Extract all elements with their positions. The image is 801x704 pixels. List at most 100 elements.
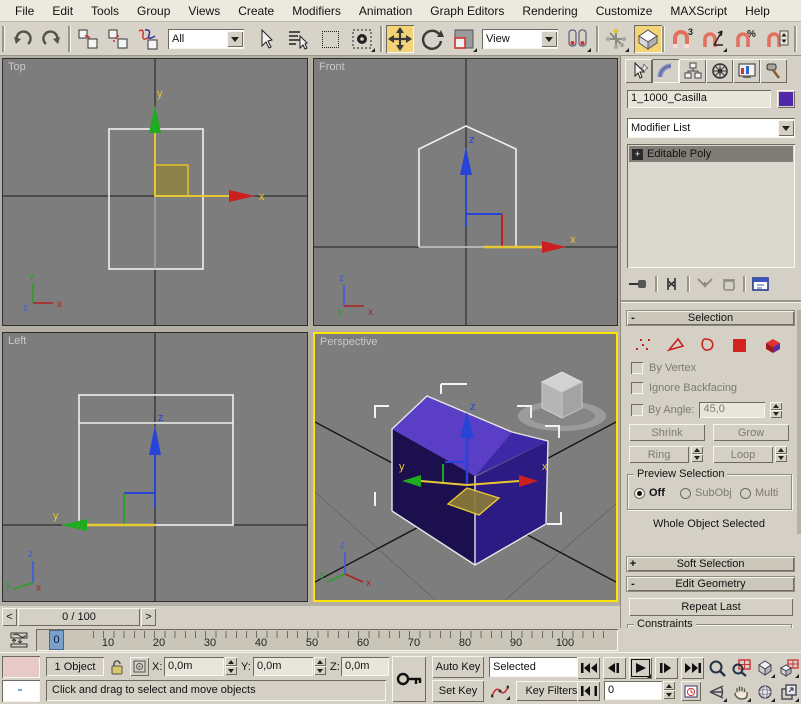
tab-modify[interactable] [652, 59, 679, 83]
current-frame-spinner[interactable] [663, 681, 675, 699]
tab-motion[interactable] [706, 59, 733, 83]
time-display-button[interactable]: 0 / 100 [18, 608, 140, 626]
select-and-manipulate-icon[interactable] [602, 25, 630, 53]
menu-maxscript[interactable]: MAXScript [661, 1, 736, 21]
preview-off-radio[interactable]: Off [634, 487, 665, 499]
use-pivot-point-center-icon[interactable] [564, 25, 592, 53]
object-color-swatch[interactable] [777, 90, 795, 108]
spinner-snap-toggle-icon[interactable] [764, 25, 792, 53]
pin-stack-icon[interactable] [627, 276, 649, 292]
select-and-move-icon[interactable] [386, 25, 414, 53]
modifier-stack[interactable]: + Editable Poly [627, 144, 795, 268]
undo-icon[interactable] [8, 25, 36, 53]
menu-graph-editors[interactable]: Graph Editors [421, 1, 513, 21]
gizmo-x-arrow[interactable] [229, 190, 255, 202]
gizmo-y-arrow[interactable] [61, 519, 87, 531]
snaps-toggle-3d-icon[interactable]: 3 [668, 25, 696, 53]
border-mode-icon[interactable] [698, 336, 718, 354]
menu-views[interactable]: Views [179, 1, 229, 21]
vertex-mode-icon[interactable] [633, 336, 653, 354]
rollout-edit-geometry-header[interactable]: - Edit Geometry [626, 576, 795, 592]
menu-tools[interactable]: Tools [82, 1, 128, 21]
by-angle-checkbox[interactable] [631, 404, 643, 416]
menu-animation[interactable]: Animation [350, 1, 421, 21]
ring-spinner[interactable] [691, 446, 703, 462]
menu-create[interactable]: Create [229, 1, 283, 21]
x-coord-field[interactable]: 0,0m [164, 657, 224, 676]
window-crossing-icon[interactable] [348, 25, 376, 53]
redo-icon[interactable] [38, 25, 66, 53]
timeline-ruler[interactable]: 0 10 20 30 40 50 60 70 80 90 100 0 [36, 629, 618, 651]
polygon-mode-icon[interactable] [730, 336, 750, 354]
set-key-button[interactable]: Set Key [432, 680, 484, 702]
go-to-start-button[interactable] [577, 657, 600, 679]
select-by-name-icon[interactable] [284, 25, 312, 53]
menu-customize[interactable]: Customize [587, 1, 662, 21]
modifier-list-arrow[interactable] [778, 120, 794, 136]
remove-modifier-icon[interactable] [721, 276, 737, 292]
gizmo-xy-plane-handle[interactable] [155, 165, 188, 196]
loop-button[interactable]: Loop [713, 446, 773, 463]
time-configuration-icon[interactable] [681, 681, 701, 701]
menu-file[interactable]: File [6, 1, 43, 21]
tab-utilities[interactable] [760, 59, 787, 83]
preview-subobj-radio[interactable]: SubObj [680, 487, 732, 499]
selection-filter-arrow[interactable] [227, 31, 243, 47]
by-angle-field[interactable]: 45,0 [699, 402, 765, 418]
show-end-result-icon[interactable] [663, 276, 681, 292]
viewport-perspective[interactable]: z y x z y x Perspective [313, 332, 618, 602]
set-keys-button[interactable] [392, 656, 426, 702]
y-coord-field[interactable]: 0,0m [253, 657, 313, 676]
rectangular-selection-region-icon[interactable] [316, 25, 344, 53]
by-vertex-checkbox[interactable] [631, 362, 643, 374]
auto-key-button[interactable]: Auto Key [432, 656, 484, 678]
element-mode-icon[interactable] [763, 336, 785, 354]
menu-modifiers[interactable]: Modifiers [283, 1, 350, 21]
gizmo-z-arrow[interactable] [149, 425, 161, 455]
time-prev-button[interactable]: < [2, 608, 17, 626]
tab-display[interactable] [733, 59, 760, 83]
helper-cube-object[interactable] [518, 372, 606, 431]
reference-coordinate-arrow[interactable] [541, 31, 557, 47]
arc-rotate-icon[interactable] [753, 680, 776, 703]
rollout-soft-selection-header[interactable]: + Soft Selection [626, 556, 795, 572]
gizmo-z-arrow[interactable] [460, 147, 472, 175]
loop-spinner[interactable] [775, 446, 787, 462]
tab-create[interactable] [625, 59, 652, 83]
modifier-list-dropdown[interactable]: Modifier List [627, 118, 795, 138]
play-animation-button[interactable] [629, 657, 652, 679]
menu-group[interactable]: Group [128, 1, 179, 21]
time-next-button[interactable]: > [141, 608, 156, 626]
current-frame-field[interactable]: 0 [604, 681, 662, 700]
panel-scrollbar[interactable] [797, 310, 801, 534]
ring-button[interactable]: Ring [629, 446, 689, 463]
zoom-extents-icon[interactable] [753, 656, 776, 679]
next-frame-button[interactable] [655, 657, 678, 679]
previous-frame-button[interactable] [603, 657, 626, 679]
by-vertex-row[interactable]: By Vertex [631, 362, 696, 374]
angle-snap-toggle-icon[interactable] [700, 25, 728, 53]
repeat-last-button[interactable]: Repeat Last [629, 598, 793, 616]
tab-hierarchy[interactable] [679, 59, 706, 83]
menu-help[interactable]: Help [736, 1, 779, 21]
zoom-extents-all-icon[interactable] [777, 656, 800, 679]
default-in-out-tangents-icon[interactable] [489, 681, 511, 701]
select-and-scale-icon[interactable] [450, 25, 478, 53]
by-angle-row[interactable]: By Angle: 45,0 [631, 402, 782, 418]
stack-expand-icon[interactable]: + [632, 149, 643, 160]
select-and-link-icon[interactable] [74, 25, 102, 53]
zoom-icon[interactable] [705, 656, 728, 679]
z-coord-field[interactable]: 0,0m [341, 657, 389, 676]
maximize-viewport-toggle-icon[interactable] [777, 680, 800, 703]
menu-edit[interactable]: Edit [43, 1, 82, 21]
expand-icon[interactable]: + [627, 558, 639, 570]
maxscript-mini-listener-white[interactable] [2, 680, 40, 702]
menu-rendering[interactable]: Rendering [513, 1, 586, 21]
unlink-selection-icon[interactable] [104, 25, 132, 53]
make-unique-icon[interactable] [695, 276, 715, 292]
preview-multi-radio[interactable]: Multi [740, 487, 778, 499]
toolbar-handle[interactable] [2, 26, 4, 52]
collapse-icon[interactable]: - [627, 578, 639, 590]
maxscript-mini-listener-pink[interactable] [2, 656, 40, 678]
configure-modifier-sets-icon[interactable] [751, 276, 771, 292]
